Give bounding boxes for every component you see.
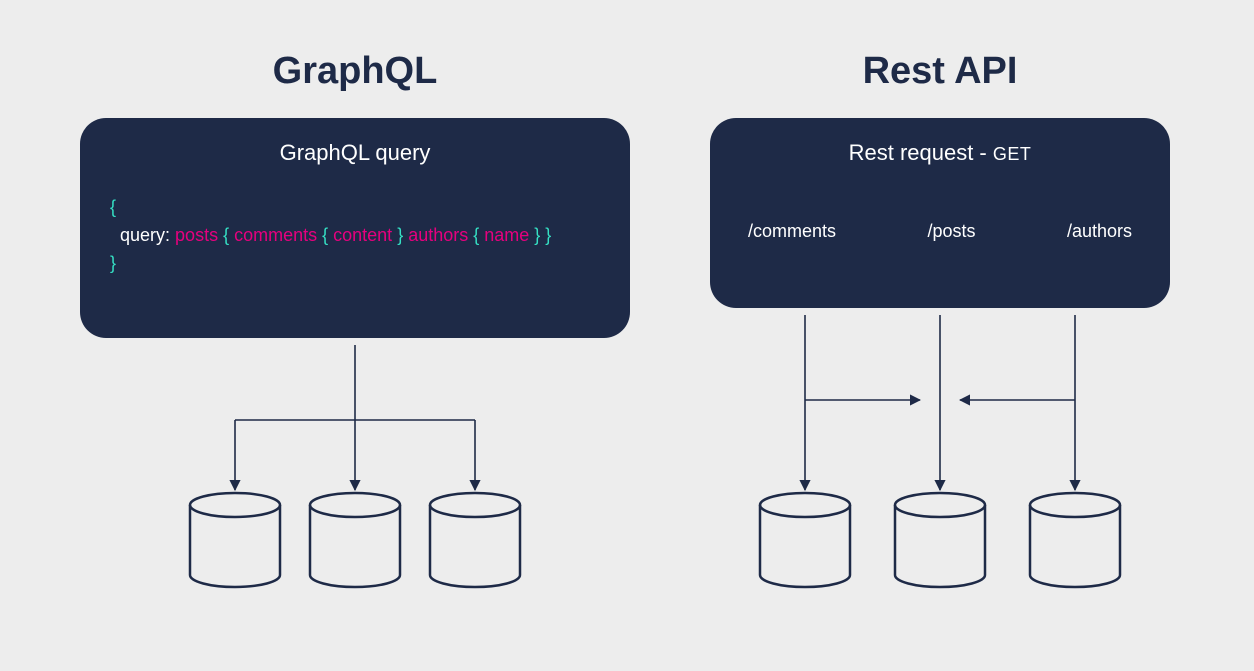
query-brace: {	[468, 225, 484, 245]
endpoint-authors: /authors	[1067, 221, 1132, 242]
rest-card-title-prefix: Rest request -	[849, 140, 993, 165]
query-authors: authors	[408, 225, 468, 245]
graphql-query-block: { query: posts { comments { content } au…	[110, 194, 600, 278]
query-name: name	[484, 225, 529, 245]
query-keyword: query:	[120, 225, 175, 245]
database-icon	[1030, 493, 1120, 587]
endpoint-posts: /posts	[927, 221, 975, 242]
rest-endpoints: /comments /posts /authors	[730, 221, 1150, 242]
rest-arrows	[805, 315, 1075, 490]
query-brace: }	[392, 225, 408, 245]
query-brace: } }	[529, 225, 551, 245]
graphql-card-title: GraphQL query	[110, 140, 600, 166]
databases	[190, 493, 1120, 587]
graphql-card: GraphQL query { query: posts { comments …	[80, 118, 630, 338]
graphql-column: GraphQL GraphQL query { query: posts { c…	[80, 50, 630, 338]
query-posts: posts	[175, 225, 218, 245]
rest-card: Rest request - GET /comments /posts /aut…	[710, 118, 1170, 308]
rest-card-title-method: GET	[993, 144, 1032, 164]
endpoint-comments: /comments	[748, 221, 836, 242]
query-brace-open: {	[110, 194, 600, 222]
database-icon	[895, 493, 985, 587]
database-icon	[190, 493, 280, 587]
query-line: query: posts { comments { content } auth…	[110, 222, 600, 250]
query-comments: comments	[234, 225, 317, 245]
query-content: content	[333, 225, 392, 245]
query-brace: {	[218, 225, 234, 245]
rest-card-title: Rest request - GET	[730, 140, 1150, 166]
rest-column: Rest API Rest request - GET /comments /p…	[700, 50, 1180, 308]
query-brace: {	[317, 225, 333, 245]
graphql-arrows	[235, 345, 475, 490]
rest-title: Rest API	[700, 50, 1180, 93]
query-brace-close: }	[110, 250, 600, 278]
database-icon	[430, 493, 520, 587]
database-icon	[310, 493, 400, 587]
database-icon	[760, 493, 850, 587]
graphql-title: GraphQL	[80, 50, 630, 93]
